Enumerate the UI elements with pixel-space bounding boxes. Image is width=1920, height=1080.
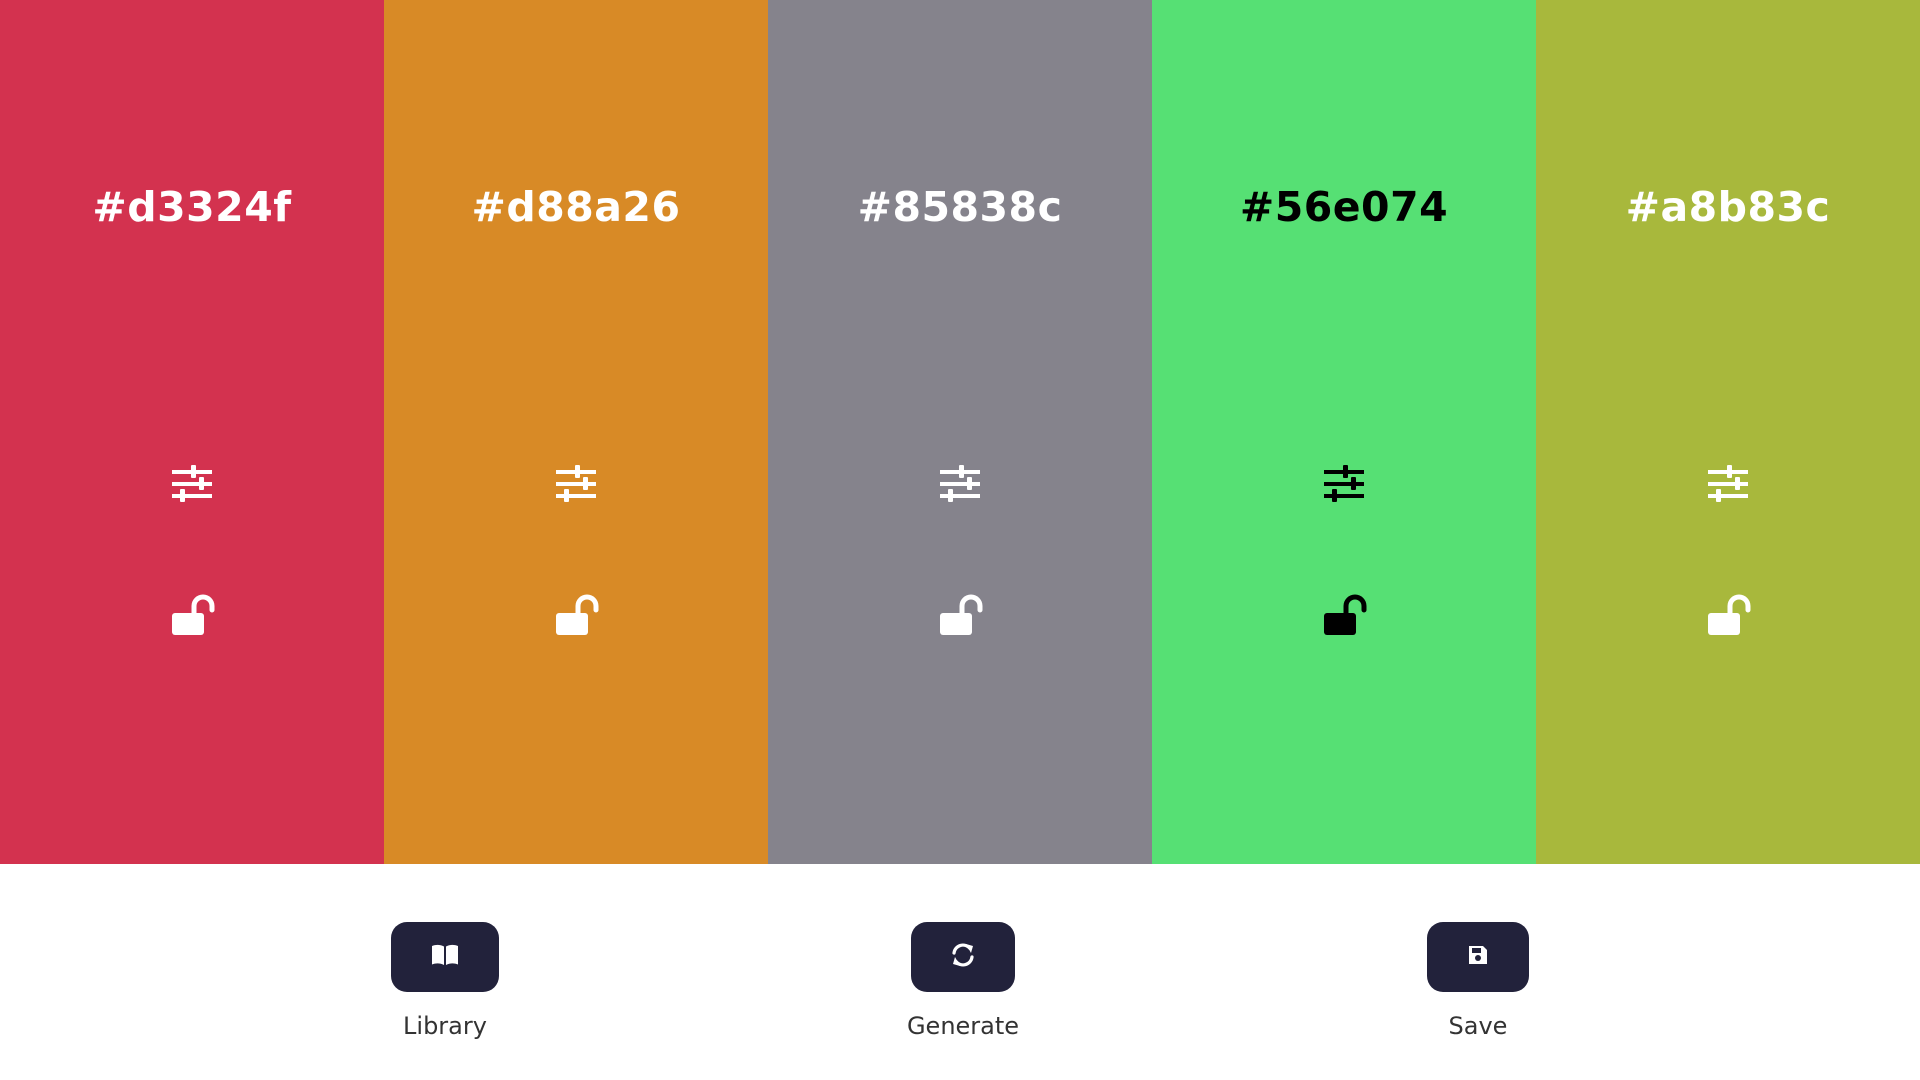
unlocked-icon[interactable]	[1698, 585, 1758, 645]
library-label: Library	[403, 1012, 487, 1040]
book-open-icon	[430, 943, 460, 971]
save-label: Save	[1448, 1012, 1508, 1040]
library-button[interactable]	[391, 922, 499, 992]
hex-label[interactable]: #85838c	[768, 183, 1152, 231]
unlocked-icon[interactable]	[546, 585, 606, 645]
color-swatch-1: #d3324f	[0, 0, 384, 864]
generate-label: Generate	[906, 1012, 1020, 1040]
color-swatch-2: #d88a26	[384, 0, 768, 864]
refresh-icon	[949, 941, 977, 973]
hex-label[interactable]: #56e074	[1152, 183, 1536, 231]
unlocked-icon[interactable]	[930, 585, 990, 645]
hex-label[interactable]: #d3324f	[0, 183, 384, 231]
generate-button[interactable]	[911, 922, 1015, 992]
save-control: Save	[1427, 922, 1529, 1040]
save-button[interactable]	[1427, 922, 1529, 992]
floppy-disk-icon	[1466, 943, 1490, 971]
control-bar: Library Generate Save	[0, 864, 1920, 1080]
sliders-icon[interactable]	[546, 454, 606, 514]
generate-control: Generate	[907, 922, 1019, 1040]
color-swatch-5: #a8b83c	[1536, 0, 1920, 864]
color-swatch-3: #85838c	[768, 0, 1152, 864]
color-swatch-4: #56e074	[1152, 0, 1536, 864]
hex-label[interactable]: #a8b83c	[1536, 183, 1920, 231]
palette: #d3324f #d88a26 #85838c #56e074 #a8b83c	[0, 0, 1920, 864]
unlocked-icon[interactable]	[162, 585, 222, 645]
hex-label[interactable]: #d88a26	[384, 183, 768, 231]
sliders-icon[interactable]	[1698, 454, 1758, 514]
sliders-icon[interactable]	[930, 454, 990, 514]
library-control: Library	[391, 922, 499, 1040]
unlocked-icon[interactable]	[1314, 585, 1374, 645]
sliders-icon[interactable]	[1314, 454, 1374, 514]
sliders-icon[interactable]	[162, 454, 222, 514]
